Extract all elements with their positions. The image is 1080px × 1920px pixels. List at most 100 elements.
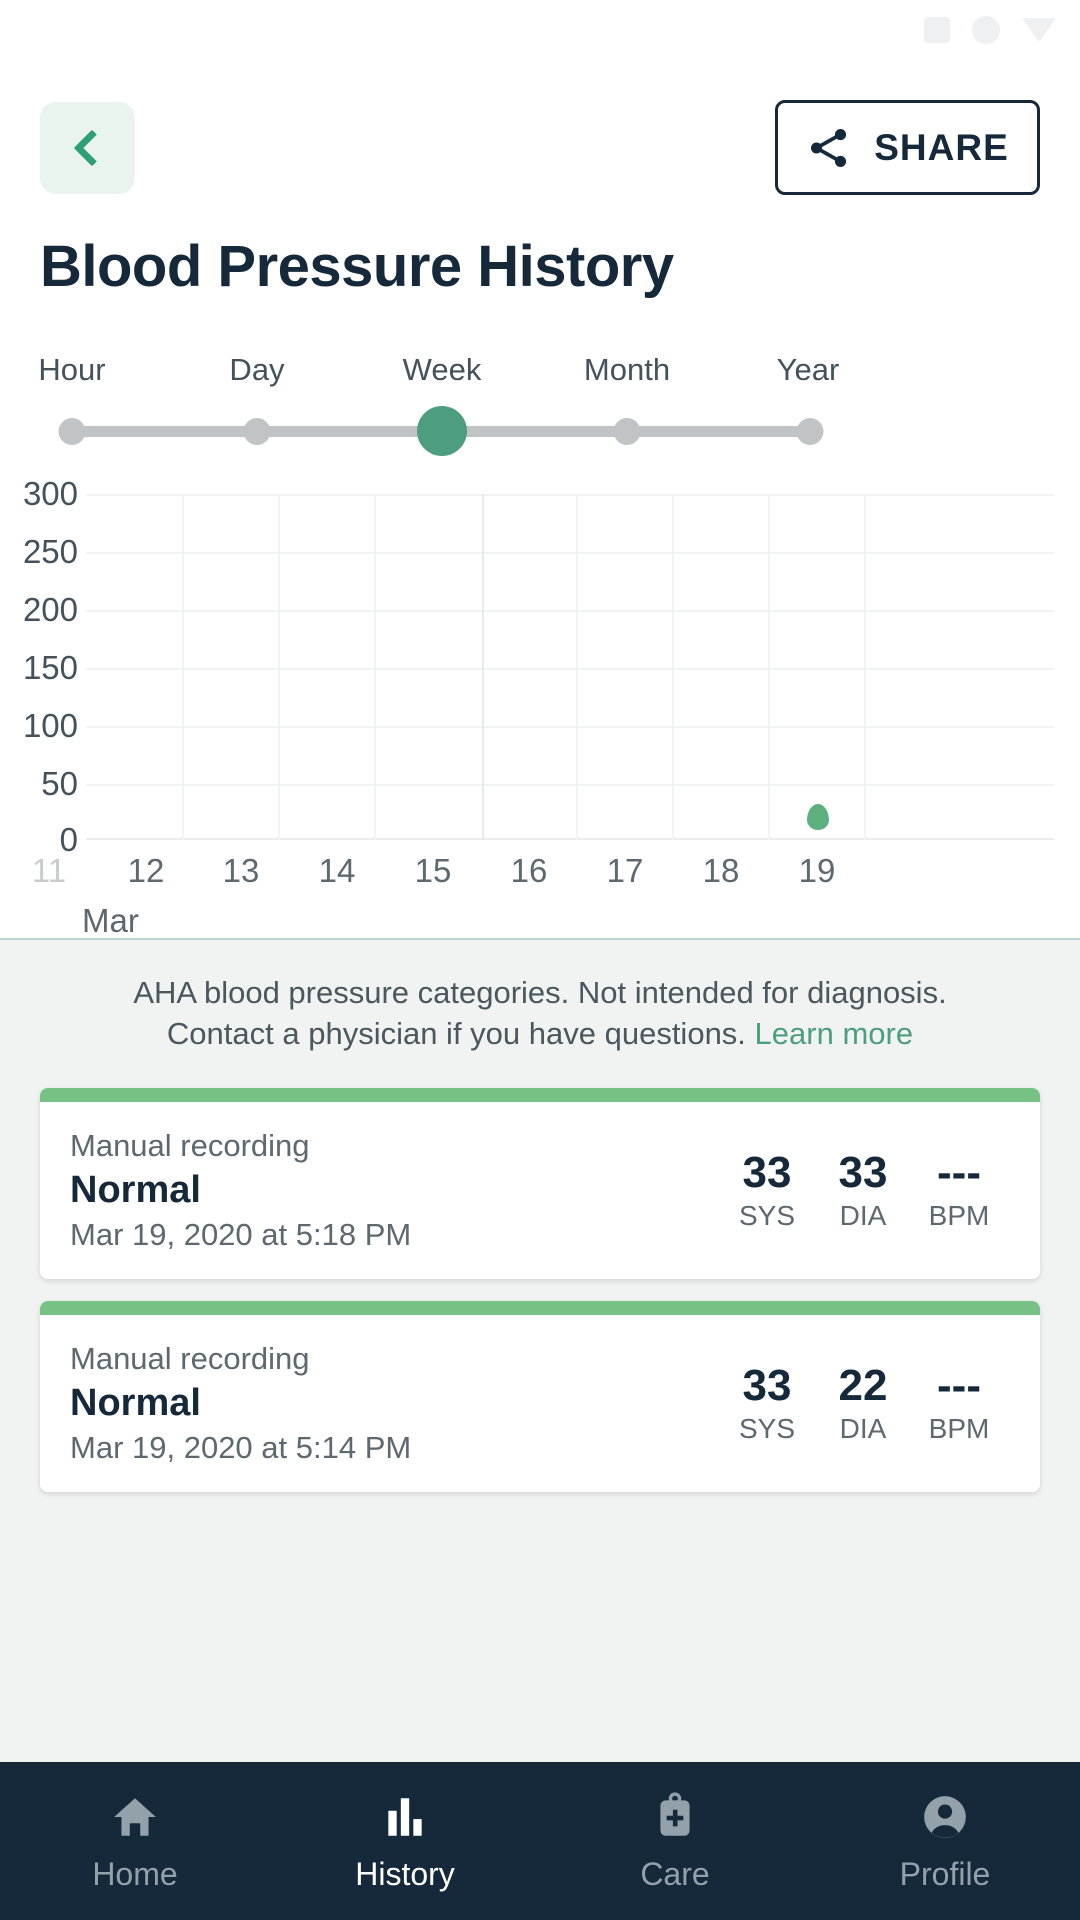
y-tick-50: 50 [41,765,78,802]
y-tick-250: 250 [22,533,78,570]
range-dot-day[interactable] [243,418,271,445]
chevron-left-icon [73,129,110,167]
disclaimer-line-2: Contact a physician if you have question… [166,1016,746,1052]
metric-bpm-label: BPM [928,1413,990,1445]
gridline-v-18 [768,494,770,840]
range-label-week[interactable]: Week [403,352,482,388]
person-circle-icon [919,1790,971,1842]
gridline-v-19 [864,494,866,840]
y-tick-200: 200 [22,591,78,628]
metric-dia-value: 33 [838,1147,888,1197]
metric-dia-value: 22 [838,1360,888,1410]
x-tick-15: 15 [414,852,452,889]
x-tick-13: 13 [222,852,260,889]
share-icon [811,128,847,167]
time-range-selector[interactable]: Hour Day Week Month Year [0,352,1080,456]
reading-info: Manual recording Normal Mar 19, 2020 at … [70,1128,411,1253]
bottom-navigation: Home History Care Profile [0,1762,1080,1920]
range-dot-hour[interactable] [58,418,86,445]
x-tick-18: 18 [702,852,740,889]
bar-chart-icon [379,1790,431,1842]
gridline-h-200 [86,610,1054,612]
status-bar-icons [924,16,1056,44]
x-tick-12: 12 [127,852,165,889]
gridline-v-14 [374,494,376,840]
metric-bpm: --- BPM [920,1149,998,1232]
gridline-h-50 [86,784,1054,786]
reading-status: Normal [70,1169,201,1212]
metric-sys-label: SYS [738,1200,796,1232]
metric-bpm: --- BPM [920,1360,998,1445]
clipboard-plus-icon [649,1790,701,1842]
x-tick-14: 14 [318,852,356,889]
range-dot-month[interactable] [613,418,641,445]
gridline-h-150 [86,668,1054,670]
gridline-v-13 [278,494,280,840]
metric-dia-label: DIA [839,1413,887,1445]
reading-status-bar [40,1088,1040,1103]
y-tick-300: 300 [22,475,78,512]
range-thumb-week[interactable] [417,406,467,456]
chart-plot-area [86,494,1054,840]
nav-item-history[interactable]: History [270,1762,540,1920]
page-title: Blood Pressure History [40,234,674,299]
nav-label-care: Care [640,1855,710,1892]
reading-card[interactable]: Manual recording Normal Mar 19, 2020 at … [40,1088,1040,1280]
x-tick-19: 19 [798,852,836,889]
share-button[interactable]: SHARE [775,100,1040,195]
gridline-v-16 [576,494,578,840]
range-label-month[interactable]: Month [584,352,670,388]
disclaimer-text: AHA blood pressure categories. Not inten… [0,940,1080,1054]
app-root: SHARE Blood Pressure History Hour Day We… [0,0,1080,1920]
gridline-h-300 [86,494,1054,496]
gridline-h-100 [86,726,1054,728]
nav-label-home: Home [92,1855,178,1892]
back-button[interactable] [40,102,135,194]
metric-sys-value: 33 [742,1147,792,1197]
reading-card-body: Manual recording Normal Mar 19, 2020 at … [40,1315,1040,1492]
metric-sys-value: 33 [742,1360,792,1410]
home-icon [109,1790,161,1842]
nav-item-care[interactable]: Care [540,1762,810,1920]
metric-sys: 33 SYS [728,1360,806,1445]
gridline-v-12 [182,494,184,840]
reading-card-body: Manual recording Normal Mar 19, 2020 at … [40,1102,1040,1279]
learn-more-link[interactable]: Learn more [755,1016,914,1051]
gridline-h-250 [86,552,1054,554]
chart-x-axis-line [86,838,1054,840]
y-tick-100: 100 [22,707,78,744]
disclaimer-line-1: AHA blood pressure categories. Not inten… [133,975,947,1010]
reading-metrics: 33 SYS 22 DIA --- BPM [728,1360,1010,1445]
gridline-v-15 [482,494,484,840]
reading-timestamp: Mar 19, 2020 at 5:14 PM [70,1430,412,1466]
reading-timestamp: Mar 19, 2020 at 5:18 PM [70,1217,412,1253]
metric-dia: 22 DIA [824,1360,902,1445]
metric-bpm-value: --- [937,1360,981,1410]
reading-metrics: 33 SYS 33 DIA --- BPM [728,1147,1010,1232]
range-label-hour[interactable]: Hour [38,352,105,388]
x-tick-11: 11 [31,852,67,889]
circle-icon [972,16,1000,44]
chart-y-axis: 300 250 200 150 100 50 0 [0,470,78,870]
range-label-year[interactable]: Year [777,352,840,388]
x-tick-16: 16 [510,852,548,889]
nav-label-history: History [355,1855,455,1892]
reading-source: Manual recording [70,1128,310,1164]
metric-dia-label: DIA [839,1200,887,1232]
range-dot-year[interactable] [796,418,824,445]
data-point-mar-19[interactable] [807,804,829,830]
nav-item-home[interactable]: Home [0,1762,270,1920]
reading-info: Manual recording Normal Mar 19, 2020 at … [70,1341,411,1466]
nav-item-profile[interactable]: Profile [810,1762,1080,1920]
chart-month-label: Mar [82,902,139,939]
square-icon [924,17,950,43]
range-label-day[interactable]: Day [229,352,284,388]
reading-status: Normal [70,1382,201,1425]
reading-card[interactable]: Manual recording Normal Mar 19, 2020 at … [40,1301,1040,1493]
metric-sys-label: SYS [738,1413,796,1445]
metric-bpm-label: BPM [928,1200,990,1232]
nav-label-profile: Profile [899,1855,991,1892]
status-bar [0,0,1080,62]
share-button-label: SHARE [874,126,1009,168]
metric-dia: 33 DIA [824,1147,902,1232]
